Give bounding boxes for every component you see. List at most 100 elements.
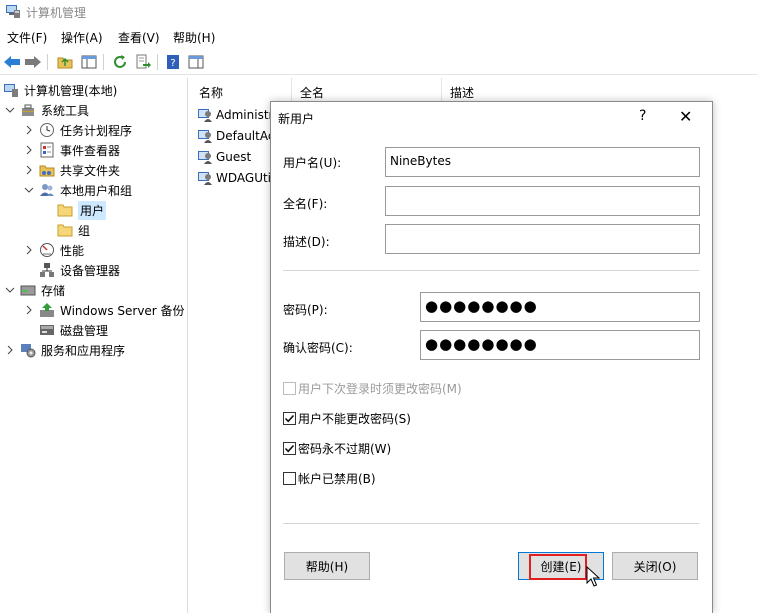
computer-management-icon xyxy=(5,3,21,19)
help-icon[interactable]: ? xyxy=(163,52,183,72)
list-item[interactable]: Guest xyxy=(197,147,251,167)
menu-action[interactable]: 操作(A) xyxy=(61,29,103,46)
username-field[interactable]: NineBytes xyxy=(385,147,700,177)
tree-label: 任务计划程序 xyxy=(60,123,133,138)
confirm-password-label: 确认密码(C): xyxy=(283,341,353,355)
help-button[interactable]: 帮助(H) xyxy=(284,552,370,580)
tree-label: 本地用户和组 xyxy=(60,183,133,198)
divider xyxy=(283,270,699,271)
user-name: DefaultAc xyxy=(216,129,275,143)
toolbar: ? xyxy=(0,50,757,75)
export-list-icon[interactable] xyxy=(133,52,153,72)
checkmark-icon xyxy=(284,414,295,422)
folder-icon xyxy=(57,222,73,238)
refresh-icon[interactable] xyxy=(110,52,130,72)
forward-icon[interactable] xyxy=(23,52,43,72)
device-manager-icon xyxy=(39,262,55,278)
tree-node-root[interactable]: 计算机管理(本地) xyxy=(3,80,117,100)
menu-help[interactable]: 帮助(H) xyxy=(173,29,215,46)
close-button[interactable]: 关闭(O) xyxy=(612,552,698,580)
chevron-right-icon[interactable] xyxy=(23,244,35,256)
tree-label: 系统工具 xyxy=(41,103,90,118)
password-field[interactable]: ●●●●●●●● xyxy=(420,292,700,322)
tree-node-shared-folders[interactable]: 共享文件夹 xyxy=(23,160,120,180)
checkbox-label: 用户不能更改密码(S) xyxy=(298,411,411,426)
checkbox-label: 用户下次登录时须更改密码(M) xyxy=(298,381,462,396)
computer-management-icon xyxy=(3,82,19,98)
tree-node-groups[interactable]: 组 xyxy=(57,220,90,240)
back-icon[interactable] xyxy=(2,52,22,72)
password-label: 密码(P): xyxy=(283,303,328,317)
cannot-change-password-checkbox[interactable]: 用户不能更改密码(S) xyxy=(283,409,411,427)
list-item[interactable]: WDAGUti xyxy=(197,168,271,188)
chevron-down-icon[interactable] xyxy=(4,104,16,116)
dialog-close-button[interactable]: ✕ xyxy=(679,107,692,126)
tree-label: 计算机管理(本地) xyxy=(24,83,118,98)
tree-node-device-manager[interactable]: 设备管理器 xyxy=(39,260,120,280)
title-bar: 计算机管理 xyxy=(0,0,757,24)
must-change-password-checkbox[interactable]: 用户下次登录时须更改密码(M) xyxy=(283,379,462,397)
chevron-down-icon[interactable] xyxy=(4,284,16,296)
show-hide-tree-icon[interactable] xyxy=(79,52,99,72)
chevron-right-icon[interactable] xyxy=(23,124,35,136)
password-never-expires-checkbox[interactable]: 密码永不过期(W) xyxy=(283,439,391,457)
navigation-tree: 计算机管理(本地) 系统工具 任务计划程序 事件查看器 共享文件夹 本地用户和组… xyxy=(0,78,188,613)
description-label: 描述(D): xyxy=(283,235,330,249)
checkbox-label: 密码永不过期(W) xyxy=(298,441,392,456)
list-item[interactable]: Administr xyxy=(197,105,273,125)
tree-node-event-viewer[interactable]: 事件查看器 xyxy=(23,140,120,160)
tree-node-windows-server-backup[interactable]: Windows Server 备份 xyxy=(23,300,185,320)
shared-folder-icon xyxy=(39,162,55,178)
up-folder-icon[interactable] xyxy=(55,52,75,72)
user-name: WDAGUti xyxy=(216,171,272,185)
tree-node-system-tools[interactable]: 系统工具 xyxy=(4,100,89,120)
chevron-right-icon[interactable] xyxy=(23,144,35,156)
user-name: Administr xyxy=(216,108,274,122)
tree-label: 用户 xyxy=(78,200,107,220)
tree-node-task-scheduler[interactable]: 任务计划程序 xyxy=(23,120,132,140)
checkbox-box[interactable] xyxy=(283,381,296,395)
checkmark-icon xyxy=(284,444,295,452)
chevron-right-icon[interactable] xyxy=(4,344,16,356)
fullname-label: 全名(F): xyxy=(283,197,328,211)
mouse-cursor-icon xyxy=(586,565,601,591)
window-title: 计算机管理 xyxy=(26,6,87,20)
menu-bar: 文件(F) 操作(A) 查看(V) 帮助(H) xyxy=(0,27,757,47)
user-icon xyxy=(197,127,213,146)
tree-label: Windows Server 备份 xyxy=(60,303,185,318)
chevron-down-icon[interactable] xyxy=(23,184,35,196)
new-user-dialog: 新用户 ? ✕ 用户名(U): NineBytes 全名(F): 描述(D): … xyxy=(270,101,713,613)
tree-node-local-users-groups[interactable]: 本地用户和组 xyxy=(23,180,132,200)
fullname-field[interactable] xyxy=(385,186,700,216)
tree-label: 事件查看器 xyxy=(60,143,121,158)
menu-view[interactable]: 查看(V) xyxy=(118,29,160,46)
description-field[interactable] xyxy=(385,224,700,254)
tree-label: 磁盘管理 xyxy=(60,323,109,338)
tree-node-performance[interactable]: 性能 xyxy=(23,240,84,260)
account-disabled-checkbox[interactable]: 帐户已禁用(B) xyxy=(283,469,376,487)
tree-label: 共享文件夹 xyxy=(60,163,121,178)
tree-label: 服务和应用程序 xyxy=(41,343,126,358)
user-icon xyxy=(197,106,213,125)
column-header-name[interactable]: 名称 xyxy=(191,78,292,102)
dialog-help-button[interactable]: ? xyxy=(639,108,646,124)
chevron-right-icon[interactable] xyxy=(23,164,35,176)
checkbox-box[interactable] xyxy=(283,441,296,455)
column-header-fullname[interactable]: 全名 xyxy=(292,78,442,102)
tree-node-disk-management[interactable]: 磁盘管理 xyxy=(39,320,108,340)
tree-node-services-apps[interactable]: 服务和应用程序 xyxy=(4,340,125,360)
list-item[interactable]: DefaultAc xyxy=(197,126,274,146)
menu-file[interactable]: 文件(F) xyxy=(7,29,47,46)
confirm-password-field[interactable]: ●●●●●●●● xyxy=(420,330,700,360)
checkbox-box[interactable] xyxy=(283,411,296,425)
create-button-label: 创建(E) xyxy=(540,559,582,574)
users-group-icon xyxy=(39,182,55,198)
chevron-right-icon[interactable] xyxy=(23,304,35,316)
storage-icon xyxy=(20,282,36,298)
checkbox-box[interactable] xyxy=(283,471,296,485)
tree-label: 性能 xyxy=(60,243,85,258)
tree-node-users[interactable]: 用户 xyxy=(57,200,107,220)
tree-node-storage[interactable]: 存储 xyxy=(4,280,65,300)
properties-pane-icon[interactable] xyxy=(186,52,206,72)
column-header-description[interactable]: 描述 xyxy=(442,78,622,102)
